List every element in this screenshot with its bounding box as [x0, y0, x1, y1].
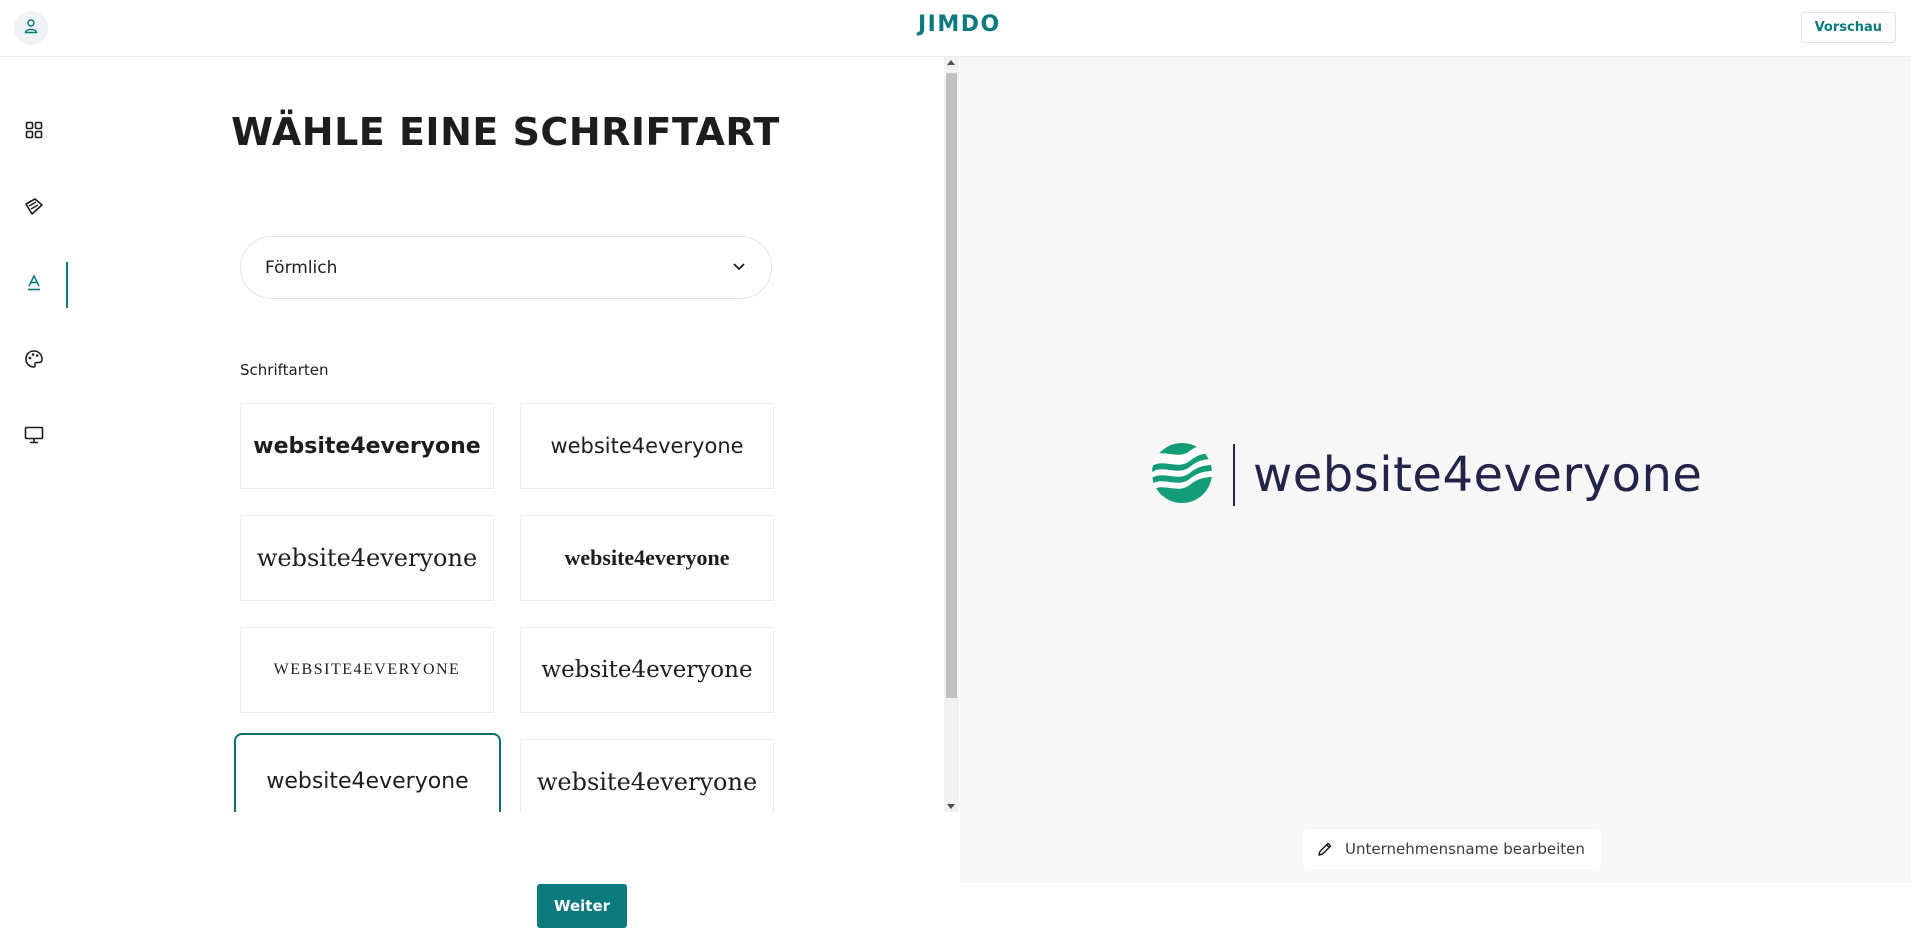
account-button[interactable] — [14, 11, 48, 45]
dropdown-value: Förmlich — [265, 257, 338, 278]
font-card[interactable]: website4everyone — [240, 515, 494, 601]
sidebar-item-blocks[interactable] — [0, 106, 68, 158]
font-card[interactable]: website4everyone — [520, 515, 774, 601]
scrollbar[interactable] — [944, 57, 959, 812]
sidebar-rail — [0, 57, 68, 883]
font-card[interactable]: website4everyone — [520, 739, 774, 812]
brand-divider — [1233, 444, 1235, 506]
preview-button[interactable]: Vorschau — [1800, 12, 1896, 43]
section-label: Schriftarten — [240, 361, 329, 379]
monitor-icon — [24, 426, 44, 448]
next-button[interactable]: Weiter — [537, 884, 627, 928]
palette-icon — [24, 349, 44, 373]
page-title: WÄHLE EINE SCHRIFTART — [231, 110, 780, 154]
font-selection-panel: WÄHLE EINE SCHRIFTART Förmlich Schriftar… — [68, 57, 959, 928]
scrollbar-thumb[interactable] — [946, 73, 957, 698]
font-card-selected[interactable]: website4everyone — [234, 733, 501, 812]
style-icon — [24, 197, 44, 221]
font-style-dropdown[interactable]: Förmlich — [240, 236, 772, 299]
pencil-icon — [1317, 841, 1333, 857]
website-preview: website4everyone Unternehmensname bearbe… — [960, 57, 1911, 883]
brand-logo[interactable]: website4everyone — [1151, 440, 1702, 510]
user-icon — [23, 18, 39, 38]
top-bar: JIMDO Vorschau — [0, 0, 1911, 57]
font-icon — [25, 274, 43, 296]
font-card[interactable]: WEBSITE4EVERYONE — [240, 627, 494, 713]
font-card[interactable]: website4everyone — [520, 403, 774, 489]
font-card[interactable]: website4everyone — [240, 403, 494, 489]
font-card[interactable]: website4everyone — [520, 627, 774, 713]
company-name: website4everyone — [1253, 447, 1703, 503]
grid-icon — [25, 121, 43, 143]
wave-logo-icon — [1151, 442, 1213, 508]
scroll-up-icon[interactable] — [947, 60, 955, 65]
sidebar-item-style[interactable] — [0, 183, 68, 235]
sidebar-item-colors[interactable] — [0, 335, 68, 387]
scroll-down-icon[interactable] — [947, 804, 955, 809]
panel-scroll-area[interactable]: WÄHLE EINE SCHRIFTART Förmlich Schriftar… — [68, 57, 943, 812]
jimdo-logo: JIMDO — [918, 12, 1001, 37]
edit-company-name-button[interactable]: Unternehmensname bearbeiten — [1303, 829, 1601, 869]
edit-company-name-label: Unternehmensname bearbeiten — [1345, 840, 1585, 858]
sidebar-item-fonts[interactable] — [0, 259, 68, 311]
chevron-down-icon — [731, 258, 747, 278]
sidebar-item-devices[interactable] — [0, 411, 68, 463]
